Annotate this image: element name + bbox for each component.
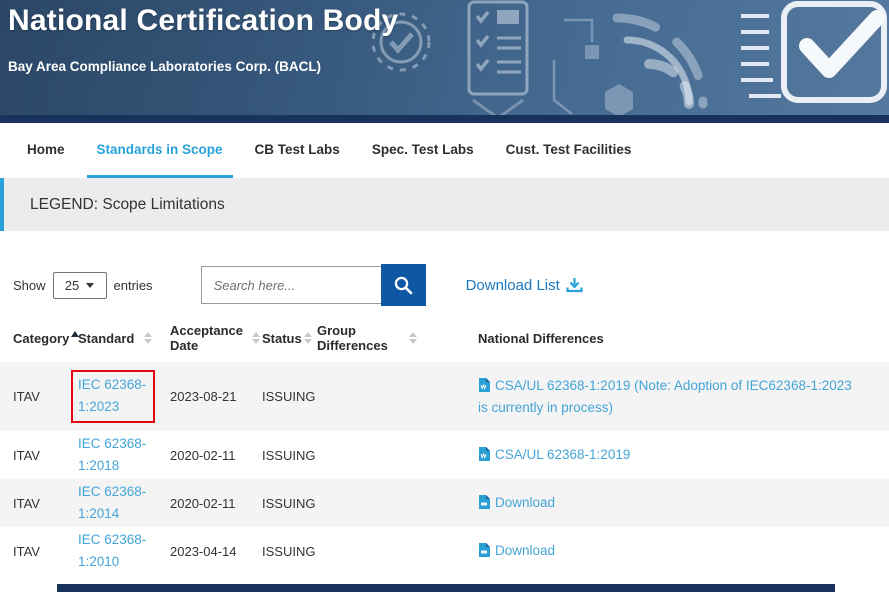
national-differences-link[interactable]: CSA/UL 62368-1:2019: [478, 447, 630, 462]
column-header-acceptance-date[interactable]: Acceptance Date: [170, 323, 262, 353]
tab-spec-test-labs[interactable]: Spec. Test Labs: [362, 123, 484, 178]
page-subtitle: Bay Area Compliance Laboratories Corp. (…: [8, 59, 321, 74]
show-label: Show: [13, 278, 46, 293]
status-cell: ISSUING: [262, 496, 317, 511]
table-row: ITAV IEC 62368-1:2014 2020-02-11 ISSUING…: [0, 479, 889, 527]
column-header-category-label: Category: [13, 331, 69, 346]
category-cell: ITAV: [13, 448, 78, 463]
search-bar: [201, 264, 426, 306]
clipboard-check-icon: [741, 4, 884, 100]
column-header-standard-label: Standard: [78, 331, 134, 346]
checklist-icon: [469, 2, 527, 118]
national-differences-label: CSA/UL 62368-1:2019: [495, 447, 630, 462]
sort-icon: [304, 332, 312, 344]
search-icon: [393, 275, 413, 295]
download-file-link[interactable]: Download: [478, 495, 555, 510]
table-header-row: Category Standard Acceptance Date Status…: [0, 314, 889, 362]
hero-banner: National Certification Body Bay Area Com…: [0, 0, 889, 123]
standard-cell: IEC 62368-1:2010: [78, 529, 170, 572]
column-header-status-label: Status: [262, 331, 302, 346]
search-button[interactable]: [381, 264, 426, 306]
table-row: ITAV IEC 62368-1:2010 2023-04-14 ISSUING…: [0, 527, 889, 575]
acceptance-date-cell: 2023-08-21: [170, 389, 262, 404]
national-differences-cell: CSA/UL 62368-1:2019: [478, 444, 889, 466]
entries-per-page-select[interactable]: 25: [53, 272, 107, 299]
acceptance-date-cell: 2023-04-14: [170, 544, 262, 559]
national-differences-cell: CSA/UL 62368-1:2019 (Note: Adoption of I…: [478, 375, 889, 419]
national-differences-label: Download: [495, 495, 555, 510]
download-file-link[interactable]: Download: [478, 543, 555, 558]
standard-cell: IEC 62368-1:2018: [78, 433, 170, 476]
sort-icon: [144, 332, 152, 344]
sort-icon: [409, 332, 417, 344]
tab-cb-test-labs[interactable]: CB Test Labs: [245, 123, 350, 178]
sort-icon: [252, 332, 260, 344]
table-row: ITAV IEC 62368-1:2023 2023-08-21 ISSUING…: [0, 362, 889, 431]
column-header-category[interactable]: Category: [13, 331, 78, 346]
legend-label: LEGEND: Scope Limitations: [30, 196, 225, 214]
hexagon-icon: [605, 84, 633, 117]
entries-per-page-value: 25: [65, 278, 79, 293]
chevron-down-icon: [86, 283, 94, 288]
page-title: National Certification Body: [8, 4, 398, 38]
category-cell: ITAV: [13, 544, 78, 559]
nav-tabs: Home Standards in Scope CB Test Labs Spe…: [0, 123, 889, 178]
pdf-doc-icon: [478, 495, 490, 509]
sort-ascending-icon: [71, 331, 79, 337]
national-differences-link[interactable]: CSA/UL 62368-1:2019 (Note: Adoption of I…: [478, 378, 852, 415]
standard-cell: IEC 62368-1:2023: [78, 370, 170, 422]
status-cell: ISSUING: [262, 544, 317, 559]
status-cell: ISSUING: [262, 448, 317, 463]
tab-home-label: Home: [27, 142, 65, 157]
status-cell: ISSUING: [262, 389, 317, 404]
standard-link[interactable]: IEC 62368-1:2014: [78, 481, 148, 524]
hero-decoration-graphics: [369, 0, 889, 123]
legend-bar: LEGEND: Scope Limitations: [0, 178, 889, 231]
standard-cell: IEC 62368-1:2014: [78, 481, 170, 524]
column-header-acceptance-date-label: Acceptance Date: [170, 323, 242, 353]
category-cell: ITAV: [13, 389, 78, 404]
acceptance-date-cell: 2020-02-11: [170, 496, 262, 511]
tab-standards-in-scope-label: Standards in Scope: [97, 142, 223, 157]
column-header-standard[interactable]: Standard: [78, 331, 170, 346]
national-differences-label: CSA/UL 62368-1:2019 (Note: Adoption of I…: [478, 378, 852, 415]
entries-label: entries: [114, 278, 153, 293]
download-list-link[interactable]: Download List: [466, 277, 583, 294]
tab-cust-test-facilities[interactable]: Cust. Test Facilities: [496, 123, 642, 178]
national-differences-cell: Download: [478, 540, 889, 562]
column-header-group-differences[interactable]: Group Differences: [317, 323, 478, 353]
column-header-national-differences-label: National Differences: [478, 331, 604, 346]
column-header-national-differences: National Differences: [478, 331, 889, 346]
footer-bar: [57, 584, 835, 592]
tab-home[interactable]: Home: [17, 123, 75, 178]
standard-link[interactable]: IEC 62368-1:2023: [78, 374, 148, 417]
tab-standards-in-scope[interactable]: Standards in Scope: [87, 123, 233, 178]
table-row: ITAV IEC 62368-1:2018 2020-02-11 ISSUING…: [0, 431, 889, 479]
table-controls: Show 25 entries Download List: [0, 264, 889, 306]
standard-link[interactable]: IEC 62368-1:2018: [78, 433, 148, 476]
category-cell: ITAV: [13, 496, 78, 511]
tab-cust-test-facilities-label: Cust. Test Facilities: [506, 142, 632, 157]
word-doc-icon: [478, 378, 490, 392]
standard-link[interactable]: IEC 62368-1:2010: [78, 529, 148, 572]
column-header-group-differences-label: Group Differences: [317, 323, 399, 353]
column-header-status[interactable]: Status: [262, 331, 317, 346]
download-list-label: Download List: [466, 277, 560, 294]
word-doc-icon: [478, 447, 490, 461]
circuit-icon: [554, 20, 599, 114]
download-icon: [566, 277, 583, 293]
national-differences-label: Download: [495, 543, 555, 558]
search-input[interactable]: [201, 266, 381, 304]
tab-spec-test-labs-label: Spec. Test Labs: [372, 142, 474, 157]
national-differences-cell: Download: [478, 492, 889, 514]
pdf-doc-icon: [478, 543, 490, 557]
acceptance-date-cell: 2020-02-11: [170, 448, 262, 463]
tab-cb-test-labs-label: CB Test Labs: [255, 142, 340, 157]
red-highlight-box: IEC 62368-1:2023: [71, 370, 155, 422]
